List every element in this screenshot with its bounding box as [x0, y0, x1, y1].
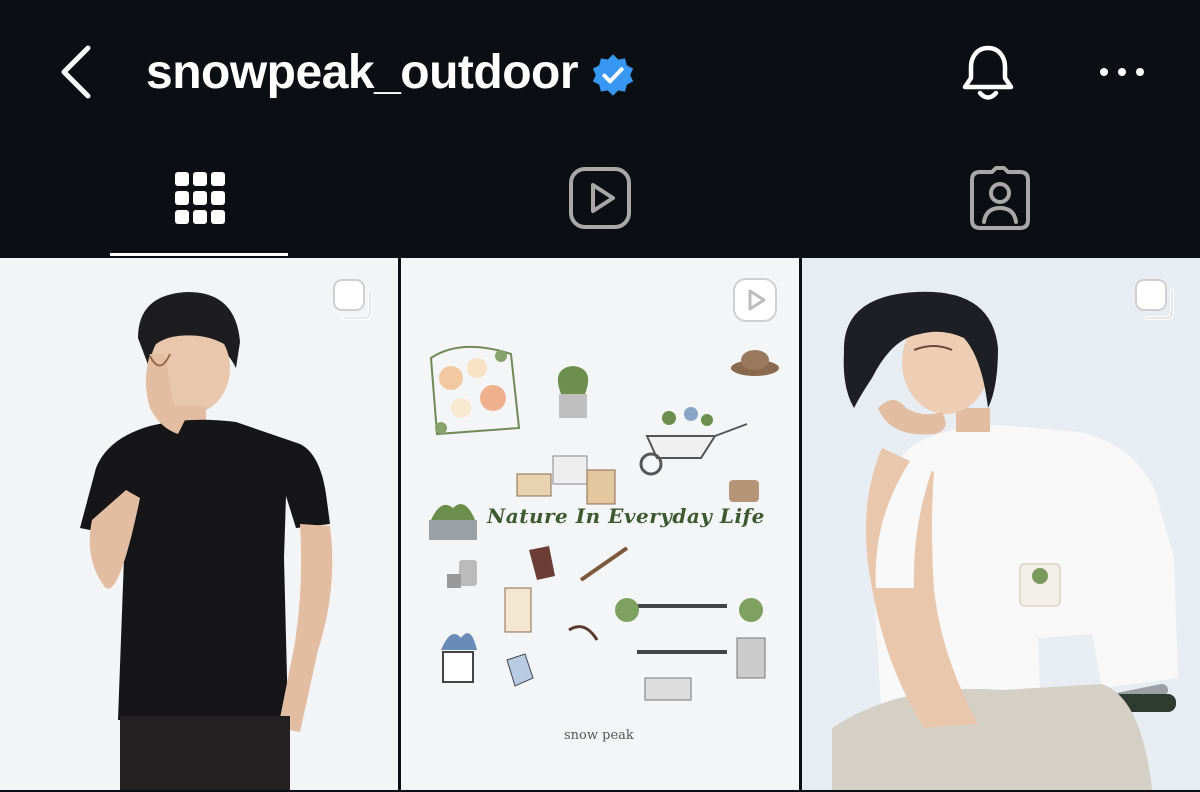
more-horizontal-icon: [1100, 68, 1144, 76]
bell-icon: [962, 45, 1014, 100]
post-brand-text: snow peak: [564, 728, 634, 743]
reels-icon: [569, 167, 631, 229]
tab-tagged[interactable]: [800, 140, 1200, 256]
profile-header: snowpeak_outdoor: [0, 0, 1200, 140]
carousel-icon: [333, 279, 372, 320]
reel-play-icon: [733, 278, 777, 322]
profile-tabs: [0, 140, 1200, 256]
notifications-button[interactable]: [958, 40, 1018, 106]
profile-username: snowpeak_outdoor: [146, 46, 579, 99]
tagged-icon: [970, 166, 1030, 230]
grid-icon: [175, 172, 225, 224]
post-image-man-black-tshirt: [0, 258, 398, 790]
more-options-button[interactable]: [1092, 52, 1152, 92]
back-button[interactable]: [52, 38, 108, 106]
posts-grid: Nature In Everyday Life snow peak: [0, 256, 1200, 792]
post-image-man-white-tshirt: [802, 258, 1200, 790]
post-thumbnail-2[interactable]: Nature In Everyday Life snow peak: [401, 258, 799, 790]
carousel-icon: [1135, 279, 1174, 320]
chevron-left-icon: [61, 45, 91, 99]
post-caption-text: Nature In Everyday Life: [487, 504, 765, 528]
tab-posts-grid[interactable]: [0, 140, 400, 256]
title-area: snowpeak_outdoor: [146, 38, 636, 108]
verified-badge-icon: [592, 54, 634, 96]
post-thumbnail-3[interactable]: [802, 258, 1200, 790]
post-thumbnail-1[interactable]: [0, 258, 398, 790]
tab-reels[interactable]: [400, 140, 800, 256]
